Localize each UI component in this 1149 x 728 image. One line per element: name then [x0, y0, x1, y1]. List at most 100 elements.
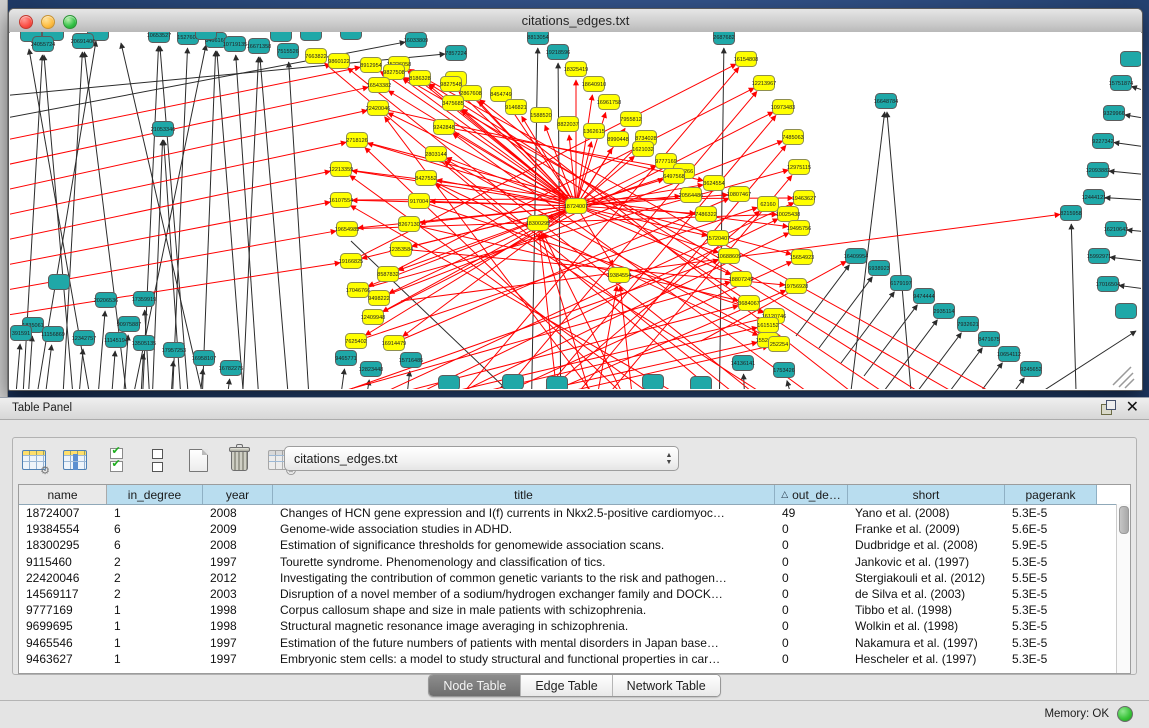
graph-node[interactable]: 16648784: [874, 94, 898, 109]
graph-node[interactable]: 12409948: [361, 310, 385, 325]
graph-node[interactable]: 18300295: [526, 216, 550, 231]
graph-node[interactable]: 10025438: [776, 207, 800, 222]
network-view-canvas[interactable]: 2405572420691406106535271527602846616010…: [10, 32, 1141, 389]
graph-node[interactable]: 9146821: [505, 100, 526, 115]
scrollbar-thumb[interactable]: [1119, 506, 1129, 534]
table-row[interactable]: 1830029562008Estimation of significance …: [19, 537, 1130, 553]
graph-node[interactable]: 3684067: [738, 296, 759, 311]
graph-node[interactable]: 10688609: [717, 249, 741, 264]
tab-node-table[interactable]: Node Table: [429, 675, 521, 696]
graph-node[interactable]: 16961758: [597, 95, 621, 110]
graph-node[interactable]: 19654985: [335, 222, 359, 237]
graph-node[interactable]: 20206536: [94, 293, 118, 308]
column-header-short[interactable]: short: [848, 485, 1005, 504]
graph-node[interactable]: 2718126: [346, 133, 367, 148]
graph-node[interactable]: 19166825: [339, 254, 363, 269]
graph-node[interactable]: [1116, 304, 1137, 319]
graph-node[interactable]: [643, 375, 664, 390]
graph-node[interactable]: 12975115: [787, 160, 811, 175]
column-header-pagerank[interactable]: pagerank: [1005, 485, 1097, 504]
vertical-scrollbar[interactable]: [1116, 504, 1130, 673]
graph-node[interactable]: 7663822: [305, 49, 326, 64]
graph-node[interactable]: 8587832: [377, 267, 398, 282]
column-header-out_degree[interactable]: △out_de…: [775, 485, 848, 504]
graph-node[interactable]: 7625402: [345, 334, 366, 349]
graph-node[interactable]: 9860122: [328, 54, 349, 69]
graph-node[interactable]: 9242848: [433, 120, 454, 135]
graph-node[interactable]: 14136141: [731, 356, 755, 371]
graph-node[interactable]: 12213967: [752, 76, 776, 91]
graph-node[interactable]: 8471675: [978, 332, 999, 347]
graph-node[interactable]: 1362615: [583, 124, 604, 139]
graph-node[interactable]: 8990448: [607, 132, 628, 147]
graph-node[interactable]: 9827548: [440, 77, 461, 92]
graph-node[interactable]: 15751874: [1109, 76, 1133, 91]
close-panel-icon[interactable]: ✕: [1126, 400, 1139, 415]
graph-node[interactable]: 19495756: [787, 221, 811, 236]
table-row[interactable]: 2242004622012Investigating the contribut…: [19, 570, 1130, 586]
graph-node[interactable]: [341, 32, 362, 40]
graph-node[interactable]: 17016504: [1096, 277, 1120, 292]
graph-node[interactable]: 9465771: [335, 351, 356, 366]
graph-node[interactable]: 13505135: [132, 336, 156, 351]
table-row[interactable]: 911546021997Tourette syndrome. Phenomeno…: [19, 554, 1130, 570]
graph-node[interactable]: 7955812: [620, 112, 641, 127]
graph-node[interactable]: 8186328: [409, 71, 430, 86]
graph-node[interactable]: 1753426: [773, 363, 794, 378]
graph-node[interactable]: 15992971: [1087, 249, 1111, 264]
table-select-dropdown[interactable]: citations_edges.txt ▲▼: [284, 446, 679, 471]
graph-node[interactable]: 7932621: [957, 317, 978, 332]
table-row[interactable]: 1938455462009Genome-wide association stu…: [19, 521, 1130, 537]
graph-node[interactable]: 1588520: [530, 108, 551, 123]
graph-node[interactable]: 17046766: [346, 283, 370, 298]
graph-node[interactable]: [196, 32, 217, 40]
graph-node[interactable]: 6497568: [663, 169, 684, 184]
graph-node[interactable]: 18807249: [729, 272, 753, 287]
row-height-button[interactable]: [144, 447, 170, 473]
graph-node[interactable]: 8822037: [557, 117, 578, 132]
graph-node[interactable]: 90975887: [117, 317, 141, 332]
graph-node[interactable]: 20691406: [71, 34, 95, 49]
graph-node[interactable]: 10807467: [727, 187, 751, 202]
column-header-year[interactable]: year: [203, 485, 273, 504]
graph-node[interactable]: 62160: [758, 197, 779, 212]
graph-node[interactable]: 12093882: [1086, 163, 1110, 178]
graph-node[interactable]: 11145194: [104, 333, 128, 348]
graph-node[interactable]: 16154808: [734, 52, 758, 67]
graph-node[interactable]: 9329966: [1103, 106, 1124, 121]
graph-node[interactable]: 12444121: [1082, 190, 1106, 205]
graph-node[interactable]: 2803144: [425, 147, 446, 162]
graph-node[interactable]: 16033809: [404, 33, 428, 48]
graph-node[interactable]: 9245652: [1020, 362, 1041, 377]
table-row[interactable]: 969969511998Structural magnetic resonanc…: [19, 618, 1130, 634]
graph-node[interactable]: 10973483: [771, 100, 795, 115]
network-window-titlebar[interactable]: citations_edges.txt: [9, 9, 1142, 33]
table-row[interactable]: 1456911722003Disruption of a novel membe…: [19, 586, 1130, 602]
graph-node[interactable]: 7515526: [277, 44, 298, 59]
graph-node[interactable]: 16543382: [367, 78, 391, 93]
graph-node[interactable]: [301, 32, 322, 41]
graph-node[interactable]: 16409954: [844, 249, 868, 264]
graph-node[interactable]: 12213359: [329, 162, 353, 177]
graph-node[interactable]: 16782275: [219, 361, 243, 376]
graph-node[interactable]: 6179197: [890, 276, 911, 291]
graph-node[interactable]: 3475685: [442, 96, 463, 111]
graph-node[interactable]: [547, 377, 568, 390]
graph-node[interactable]: 7486322: [695, 207, 716, 222]
graph-node[interactable]: 8267130: [398, 217, 419, 232]
graph-node[interactable]: 22420046: [366, 101, 390, 116]
graph-node[interactable]: 16210643: [1104, 222, 1128, 237]
graph-node[interactable]: 24055724: [31, 37, 55, 52]
graph-node[interactable]: 2687682: [713, 32, 734, 45]
graph-node[interactable]: 16671358: [247, 39, 271, 54]
graph-node[interactable]: 10654112: [997, 347, 1021, 362]
graph-node[interactable]: 10653527: [147, 32, 171, 43]
float-panel-icon[interactable]: [1101, 400, 1116, 415]
graph-node[interactable]: 391591: [11, 326, 32, 341]
table-row[interactable]: 946362711997Embryonic stem cells: a mode…: [19, 651, 1130, 667]
column-header-name[interactable]: name: [19, 485, 107, 504]
graph-node[interactable]: 16958107: [192, 351, 216, 366]
graph-node[interactable]: 12353584: [389, 242, 413, 257]
graph-node[interactable]: 8912954: [360, 58, 381, 73]
graph-node[interactable]: [503, 375, 524, 390]
